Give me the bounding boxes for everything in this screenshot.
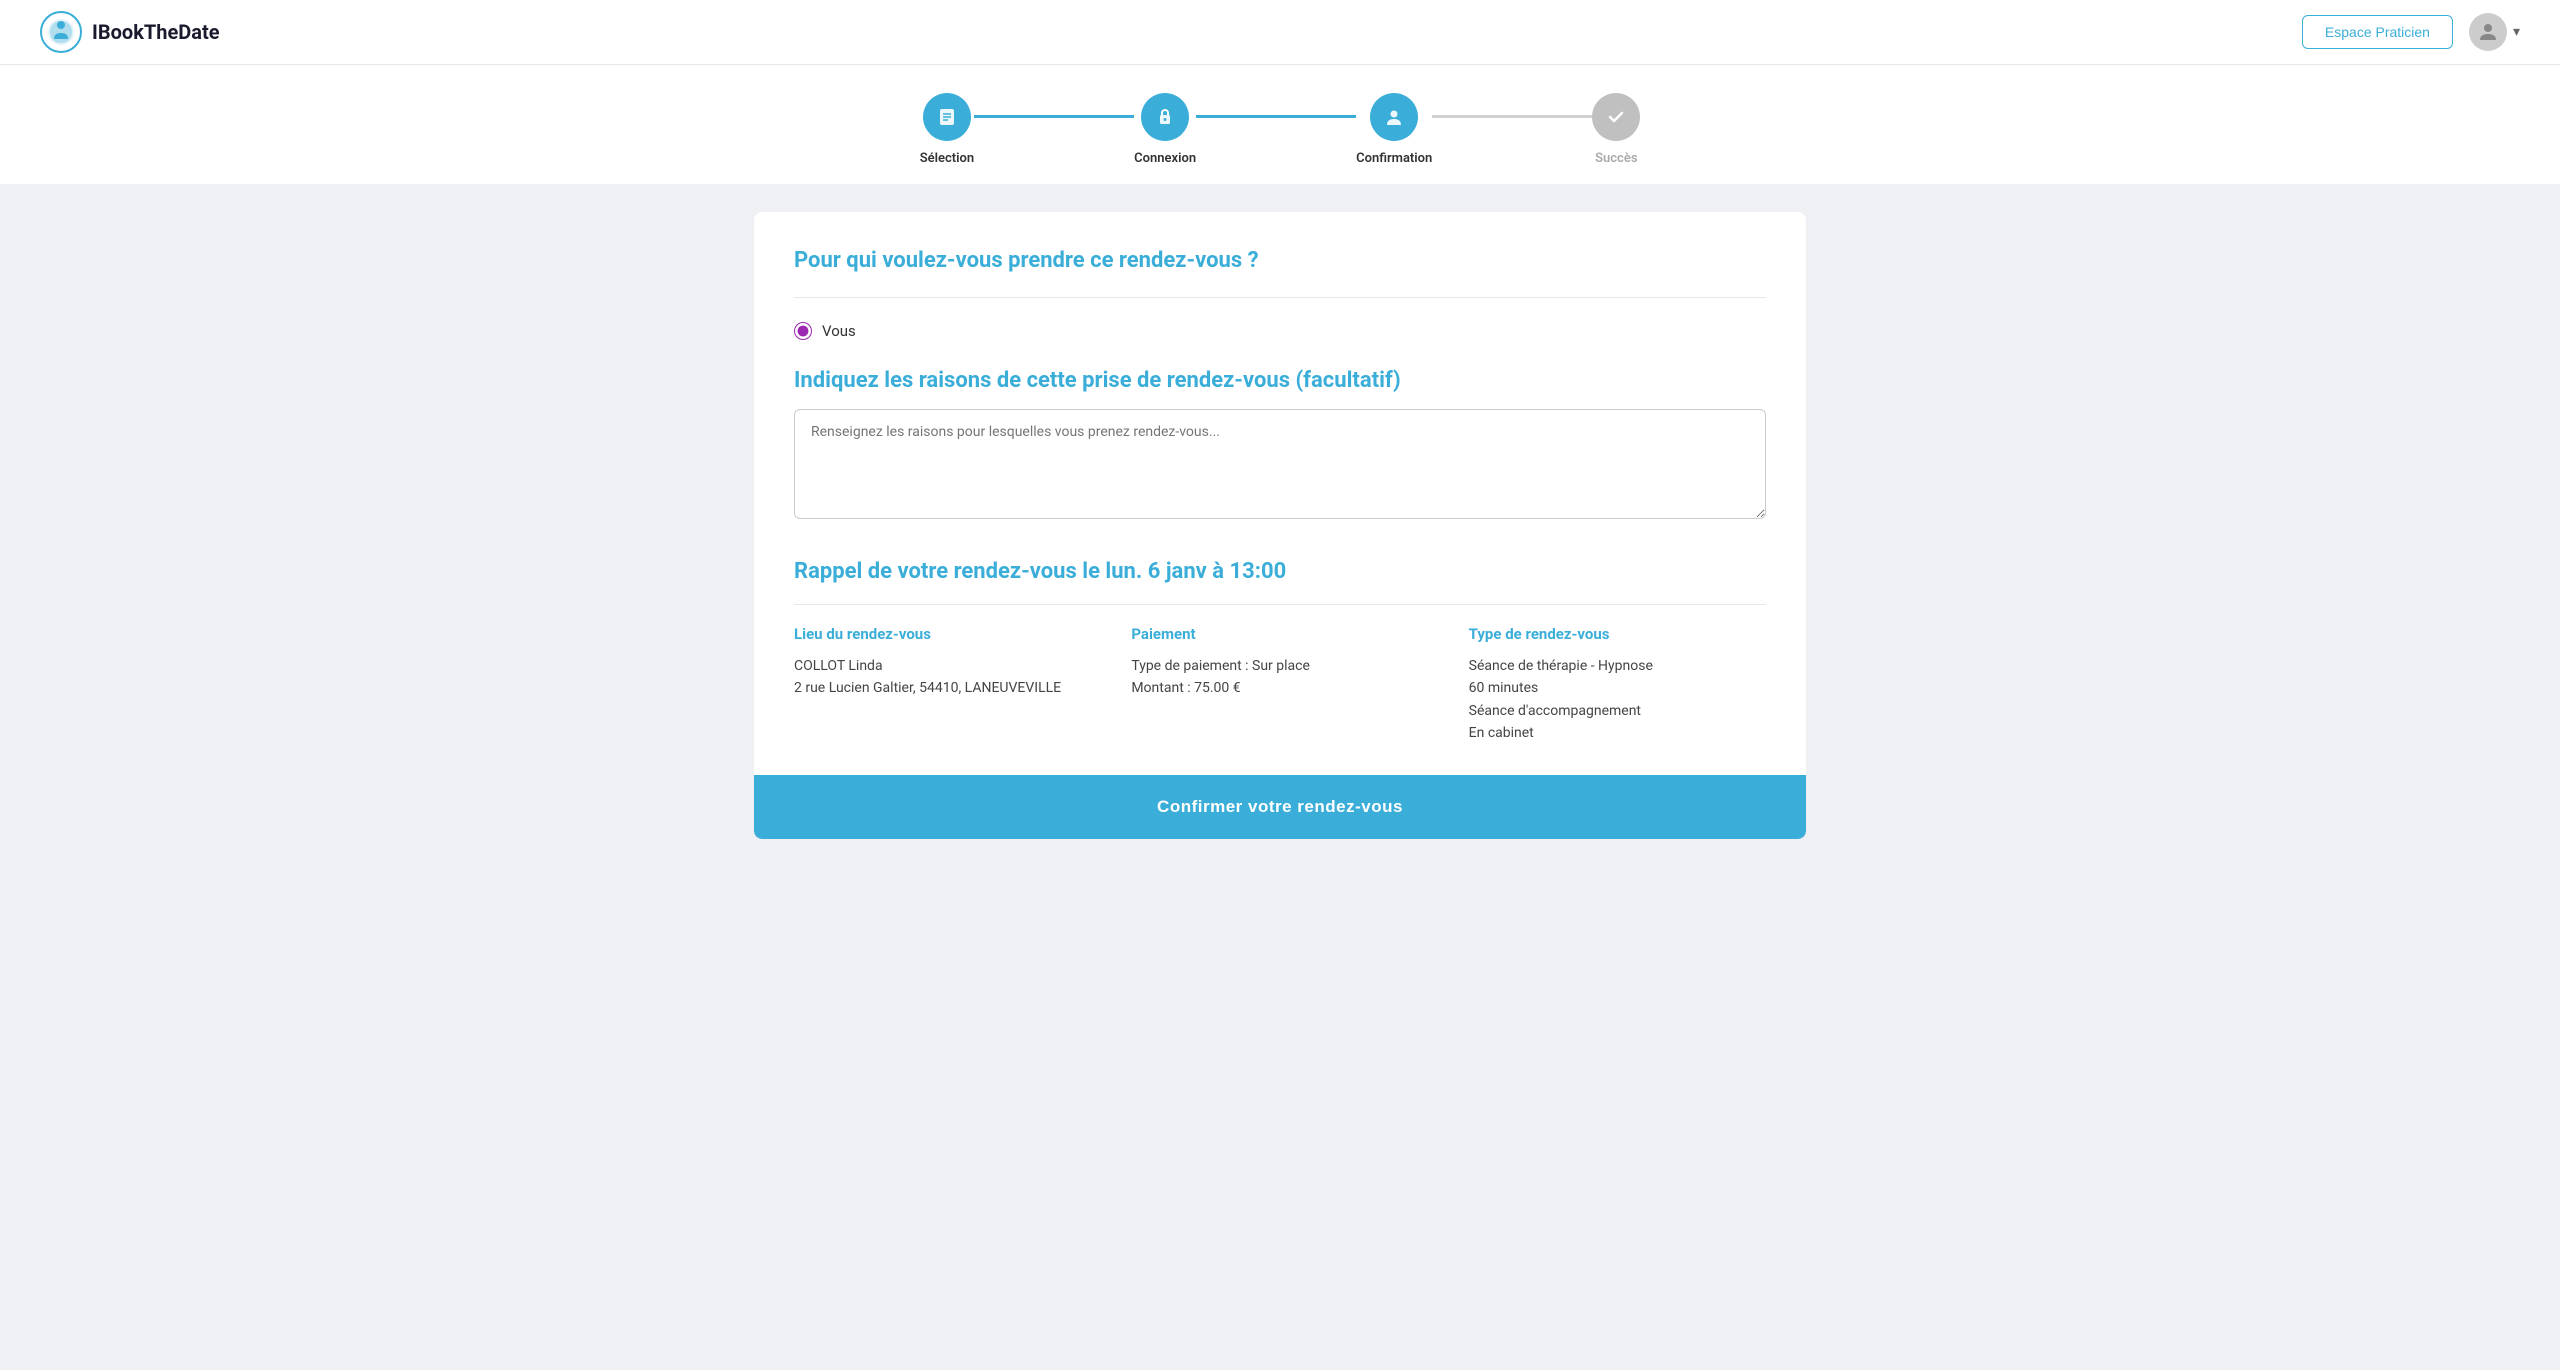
step-succes-label: Succès xyxy=(1595,151,1637,166)
stepper-area: Sélection Connexion Confi xyxy=(0,65,2560,184)
step-confirmation-circle xyxy=(1370,93,1418,141)
confirm-button[interactable]: Confirmer votre rendez-vous xyxy=(754,775,1806,839)
reminder-title: Rappel de votre rendez-vous le lun. 6 ja… xyxy=(794,559,1766,584)
for-whom-title: Pour qui voulez-vous prendre ce rendez-v… xyxy=(794,248,1766,273)
logo-text: IBookTheDate xyxy=(92,20,220,44)
reminder-cols: Lieu du rendez-vous COLLOT Linda 2 rue L… xyxy=(794,625,1766,745)
avatar xyxy=(2469,13,2507,51)
location-name: COLLOT Linda xyxy=(794,655,1091,677)
divider-2 xyxy=(794,604,1766,605)
header: IBookTheDate Espace Praticien ▾ xyxy=(0,0,2560,65)
main-card: Pour qui voulez-vous prendre ce rendez-v… xyxy=(754,212,1806,839)
appointment-type-line3: Séance d'accompagnement xyxy=(1469,700,1766,722)
espace-praticien-button[interactable]: Espace Praticien xyxy=(2302,15,2453,49)
appointment-type-title: Type de rendez-vous xyxy=(1469,625,1766,643)
connector-1 xyxy=(974,115,1134,118)
payment-col: Paiement Type de paiement : Sur place Mo… xyxy=(1131,625,1428,745)
connector-3 xyxy=(1432,115,1592,118)
step-selection: Sélection xyxy=(920,93,974,166)
location-address: 2 rue Lucien Galtier, 54410, LANEUVEVILL… xyxy=(794,677,1091,699)
logo-area: IBookTheDate xyxy=(40,11,220,53)
radio-vous-label: Vous xyxy=(822,322,856,340)
header-right: Espace Praticien ▾ xyxy=(2302,13,2520,51)
location-col: Lieu du rendez-vous COLLOT Linda 2 rue L… xyxy=(794,625,1091,745)
step-succes: Succès xyxy=(1592,93,1640,166)
radio-row-vous: Vous xyxy=(794,322,1766,340)
reasons-title: Indiquez les raisons de cette prise de r… xyxy=(794,368,1766,393)
appointment-type-col: Type de rendez-vous Séance de thérapie -… xyxy=(1469,625,1766,745)
reasons-section: Indiquez les raisons de cette prise de r… xyxy=(794,368,1766,523)
stepper: Sélection Connexion Confi xyxy=(920,93,1641,166)
logo-icon xyxy=(40,11,82,53)
for-whom-section: Pour qui voulez-vous prendre ce rendez-v… xyxy=(794,248,1766,340)
step-succes-circle xyxy=(1592,93,1640,141)
appointment-type-line4: En cabinet xyxy=(1469,722,1766,744)
payment-type: Type de paiement : Sur place xyxy=(1131,655,1428,677)
appointment-type-line2: 60 minutes xyxy=(1469,677,1766,699)
divider-1 xyxy=(794,297,1766,298)
payment-title: Paiement xyxy=(1131,625,1428,643)
reasons-textarea[interactable] xyxy=(794,409,1766,519)
step-confirmation: Confirmation xyxy=(1356,93,1432,166)
step-selection-circle xyxy=(923,93,971,141)
location-title: Lieu du rendez-vous xyxy=(794,625,1091,643)
main-content: Pour qui voulez-vous prendre ce rendez-v… xyxy=(730,212,1830,839)
step-confirmation-label: Confirmation xyxy=(1356,151,1432,166)
appointment-type-line1: Séance de thérapie - Hypnose xyxy=(1469,655,1766,677)
card-inner: Pour qui voulez-vous prendre ce rendez-v… xyxy=(754,212,1806,775)
step-connexion: Connexion xyxy=(1134,93,1196,166)
step-connexion-circle xyxy=(1141,93,1189,141)
user-menu[interactable]: ▾ xyxy=(2469,13,2520,51)
radio-vous[interactable] xyxy=(794,322,812,340)
confirm-btn-area: Confirmer votre rendez-vous xyxy=(754,775,1806,839)
payment-amount: Montant : 75.00 € xyxy=(1131,677,1428,699)
connector-2 xyxy=(1196,115,1356,118)
reminder-section: Rappel de votre rendez-vous le lun. 6 ja… xyxy=(794,559,1766,745)
step-selection-label: Sélection xyxy=(920,151,974,166)
step-connexion-label: Connexion xyxy=(1134,151,1196,166)
chevron-down-icon: ▾ xyxy=(2513,24,2520,40)
